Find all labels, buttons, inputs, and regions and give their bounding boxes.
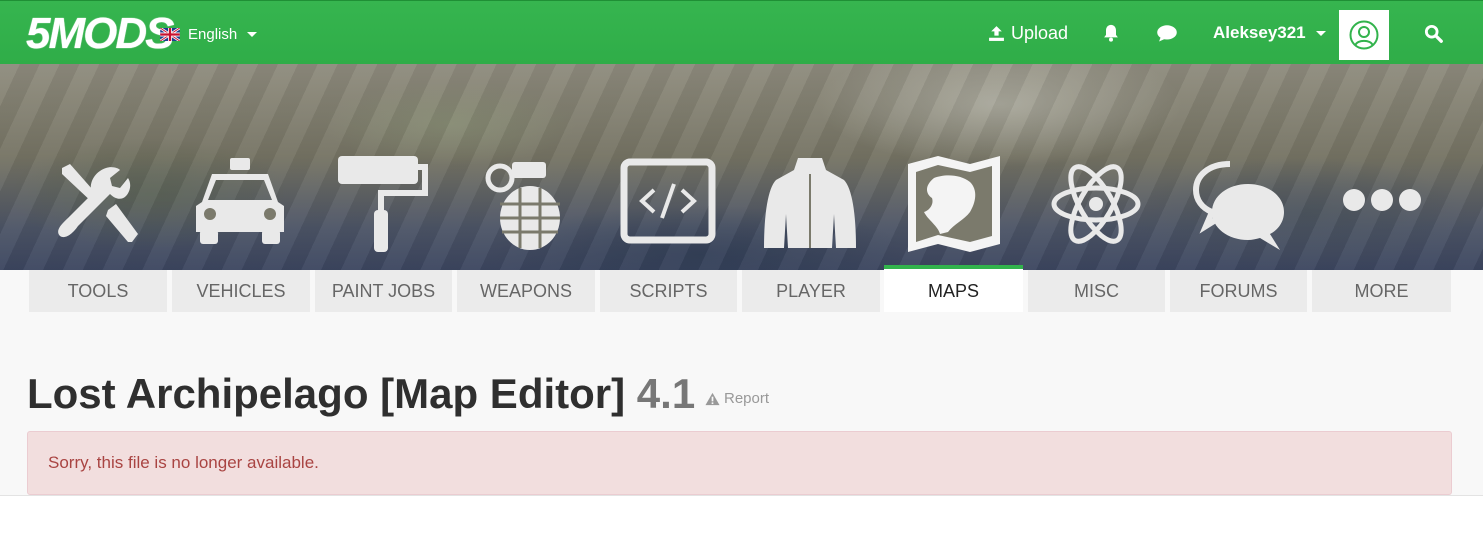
category-player-icon-link[interactable]: [760, 154, 860, 254]
notifications-button[interactable]: [1101, 1, 1121, 65]
messages-button[interactable]: [1156, 1, 1178, 65]
category-maps-icon-link[interactable]: [904, 154, 1004, 254]
speech-bubbles-icon: [1192, 161, 1284, 250]
tab-more[interactable]: MORE: [1312, 270, 1451, 312]
category-paint-jobs-icon-link[interactable]: [334, 154, 434, 254]
report-label: Report: [724, 390, 770, 407]
unavailable-alert: Sorry, this file is no longer available.: [27, 431, 1452, 495]
search-button[interactable]: [1424, 1, 1443, 65]
tab-paint-jobs[interactable]: PAINT JOBS: [315, 270, 452, 312]
tab-vehicles[interactable]: VEHICLES: [172, 270, 310, 312]
tab-misc[interactable]: MISC: [1028, 270, 1165, 312]
username: Aleksey321: [1213, 23, 1306, 42]
warning-icon: [705, 392, 720, 405]
upload-label: Upload: [1011, 22, 1069, 43]
chat-bubble-icon: [1157, 25, 1177, 42]
code-icon: [620, 158, 716, 244]
category-tools-icon-link[interactable]: [48, 154, 148, 254]
tab-maps[interactable]: MAPS: [884, 265, 1023, 312]
jacket-icon: [764, 158, 856, 248]
tab-forums[interactable]: FORUMS: [1170, 270, 1307, 312]
category-more-icon-link[interactable]: [1332, 154, 1432, 254]
category-weapons-icon-link[interactable]: [476, 154, 576, 254]
category-vehicles-icon-link[interactable]: [190, 154, 290, 254]
user-menu[interactable]: Aleksey321: [1213, 1, 1326, 65]
mod-title: Lost Archipelago [Map Editor]: [27, 370, 626, 417]
map-icon: [908, 156, 1000, 252]
tab-scripts[interactable]: SCRIPTS: [600, 270, 737, 312]
category-tabs: TOOLS VEHICLES PAINT JOBS WEAPONS SCRIPT…: [0, 265, 1483, 312]
category-misc-icon-link[interactable]: [1046, 154, 1146, 254]
mod-version: 4.1: [636, 370, 696, 417]
top-navbar: 5MODS English Upload Aleksey321: [0, 0, 1483, 64]
tab-tools[interactable]: TOOLS: [29, 270, 167, 312]
uk-flag-icon: [160, 27, 180, 41]
chevron-down-icon: [1315, 30, 1326, 36]
content-area: Lost Archipelago [Map Editor] 4.1 Report…: [0, 312, 1483, 496]
alert-text: Sorry, this file is no longer available.: [48, 453, 319, 472]
paint-roller-icon: [338, 156, 428, 252]
page-title: Lost Archipelago [Map Editor] 4.1: [27, 370, 695, 418]
grenade-icon: [485, 162, 560, 250]
language-label: English: [188, 25, 238, 43]
avatar[interactable]: [1339, 10, 1389, 60]
category-scripts-icon-link[interactable]: [618, 154, 718, 254]
tab-weapons[interactable]: WEAPONS: [457, 270, 595, 312]
upload-button[interactable]: Upload: [988, 1, 1068, 65]
ellipsis-icon: [1343, 189, 1421, 211]
language-dropdown[interactable]: English: [160, 23, 258, 45]
chevron-down-icon: [247, 31, 258, 37]
bell-icon: [1104, 24, 1118, 42]
search-icon: [1424, 24, 1443, 43]
site-logo[interactable]: 5MODS: [26, 9, 174, 59]
upload-icon: [989, 25, 1004, 41]
hero-banner: [0, 64, 1483, 270]
tab-player[interactable]: PLAYER: [742, 270, 880, 312]
category-forums-icon-link[interactable]: [1190, 154, 1290, 254]
report-link[interactable]: Report: [705, 390, 769, 407]
logo-text: 5MODS: [26, 9, 174, 58]
atom-icon: [1051, 164, 1141, 244]
wrench-screwdriver-icon: [58, 164, 138, 242]
car-icon: [196, 158, 284, 244]
user-icon: [1349, 20, 1379, 50]
